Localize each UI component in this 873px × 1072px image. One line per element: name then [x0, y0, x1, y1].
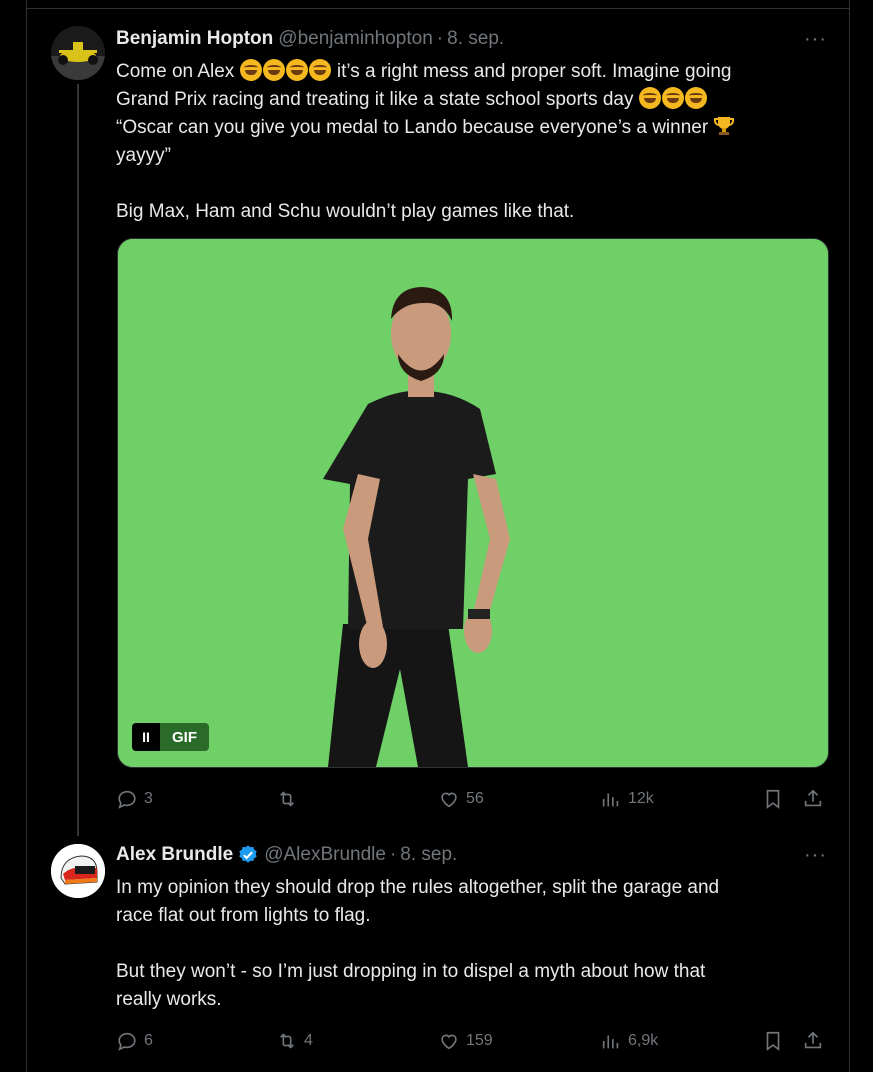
like-button[interactable]: 56 — [438, 788, 484, 810]
tweet-text-line: But they won’t - so I’m just dropping in… — [116, 961, 706, 982]
avatar[interactable] — [51, 844, 105, 898]
grinning-emoji-icon — [239, 59, 262, 81]
pause-icon[interactable]: II — [132, 723, 160, 751]
gif-media[interactable]: II GIF — [117, 238, 829, 768]
top-divider — [26, 8, 850, 9]
timeline-right-border — [849, 0, 850, 1072]
like-count: 56 — [466, 790, 484, 807]
reply-count: 3 — [144, 790, 153, 807]
repost-icon — [279, 1033, 295, 1049]
reply-button[interactable]: 6 — [116, 1030, 153, 1052]
reply-button[interactable]: 3 — [116, 788, 153, 810]
reply-icon — [118, 1032, 136, 1051]
share-icon — [804, 789, 822, 807]
views-icon — [602, 793, 619, 807]
like-count: 159 — [466, 1032, 493, 1049]
views-button[interactable]: 12k — [600, 788, 654, 810]
grinning-emoji-icon — [661, 87, 684, 109]
bookmark-icon — [766, 1031, 780, 1051]
grinning-emoji-icon — [308, 59, 331, 81]
gif-label: GIF — [160, 723, 209, 751]
tweet-header: Benjamin Hopton @benjaminhopton · 8. sep… — [116, 28, 504, 50]
tweet-text-line: it’s a right mess and proper soft. Imagi… — [331, 61, 732, 82]
like-icon — [441, 792, 457, 808]
more-options-icon[interactable]: ··· — [804, 844, 827, 867]
author-handle[interactable]: @AlexBrundle — [264, 844, 386, 866]
more-options-icon[interactable]: ··· — [804, 28, 827, 51]
reply-icon — [118, 790, 136, 809]
tweet-text-line: Come on Alex — [116, 61, 240, 82]
repost-icon — [279, 791, 295, 807]
avatar[interactable] — [51, 26, 105, 80]
tweet-text-line: Grand Prix racing and treating it like a… — [116, 89, 639, 110]
bookmark-icon — [766, 789, 780, 809]
tweet-actions: 6 4 159 6,9k — [116, 1030, 828, 1054]
views-button[interactable]: 6,9k — [600, 1030, 658, 1052]
thread-connector-line — [77, 84, 79, 836]
verified-icon — [239, 845, 257, 863]
gif-badge[interactable]: II GIF — [132, 723, 209, 751]
grinning-emoji-icon — [684, 87, 707, 109]
tweet-text: Come on Alex it’s a right mess and prope… — [116, 58, 816, 226]
repost-count: 4 — [304, 1032, 313, 1049]
like-button[interactable]: 159 — [438, 1030, 493, 1052]
views-count: 6,9k — [628, 1032, 659, 1049]
tweet-text: In my opinion they should drop the rules… — [116, 874, 816, 1014]
views-icon — [602, 1035, 619, 1049]
tweet-date[interactable]: 8. sep. — [447, 28, 504, 50]
author-name[interactable]: Alex Brundle — [116, 844, 233, 866]
author-handle[interactable]: @benjaminhopton — [278, 28, 433, 50]
timeline-left-border — [26, 0, 27, 1072]
tweet-text-line: “Oscar can you give you medal to Lando b… — [116, 117, 714, 138]
tweet-header: Alex Brundle @AlexBrundle · 8. sep. — [116, 844, 457, 866]
tweet-text-line: really works. — [116, 989, 222, 1010]
reply-count: 6 — [144, 1032, 153, 1049]
separator-dot: · — [436, 28, 444, 49]
author-name[interactable]: Benjamin Hopton — [116, 28, 273, 50]
tweet-actions: 3 56 12k — [116, 788, 828, 812]
share-button[interactable] — [802, 1030, 824, 1052]
grinning-emoji-icon — [638, 87, 661, 109]
tweet-text-line: yayyy” — [116, 145, 171, 166]
tweet-text-line: race flat out from lights to flag. — [116, 905, 371, 926]
grinning-emoji-icon — [262, 59, 285, 81]
share-icon — [804, 1031, 822, 1049]
tweet-date[interactable]: 8. sep. — [400, 844, 457, 866]
share-button[interactable] — [802, 788, 824, 810]
gif-frame-person-dancing — [118, 239, 828, 767]
grinning-emoji-icon — [285, 59, 308, 81]
tweet-text-line: Big Max, Ham and Schu wouldn’t play game… — [116, 201, 575, 222]
tweet-text-line: In my opinion they should drop the rules… — [116, 877, 720, 898]
like-icon — [441, 1034, 457, 1050]
trophy-emoji-icon — [714, 117, 735, 135]
bookmark-button[interactable] — [762, 1030, 784, 1052]
repost-button[interactable] — [276, 788, 304, 810]
views-count: 12k — [628, 790, 654, 807]
repost-button[interactable]: 4 — [276, 1030, 313, 1052]
separator-dot: · — [389, 844, 397, 865]
bookmark-button[interactable] — [762, 788, 784, 810]
